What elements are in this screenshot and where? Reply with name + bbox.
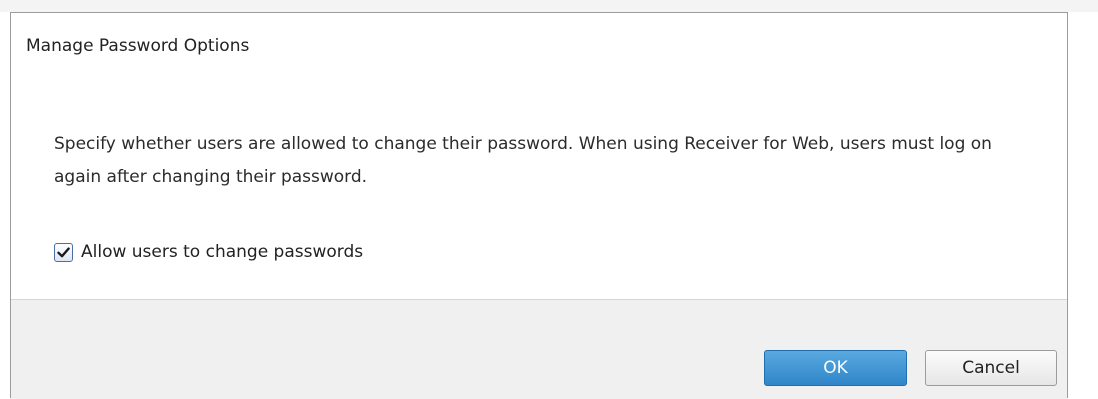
checkmark-icon [57,246,70,257]
manage-password-options-dialog: Manage Password Options Specify whether … [10,12,1068,399]
checkbox-label: Allow users to change passwords [81,242,364,262]
cancel-button[interactable]: Cancel [925,350,1057,386]
background-window-strip [0,0,1098,12]
allow-change-passwords-checkbox[interactable] [54,242,73,262]
dialog-title: Manage Password Options [26,36,250,56]
dialog-footer: OK Cancel [11,299,1067,399]
ok-button[interactable]: OK [764,350,907,386]
dialog-description: Specify whether users are allowed to cha… [54,134,992,187]
allow-change-passwords-option[interactable]: Allow users to change passwords [54,242,363,262]
